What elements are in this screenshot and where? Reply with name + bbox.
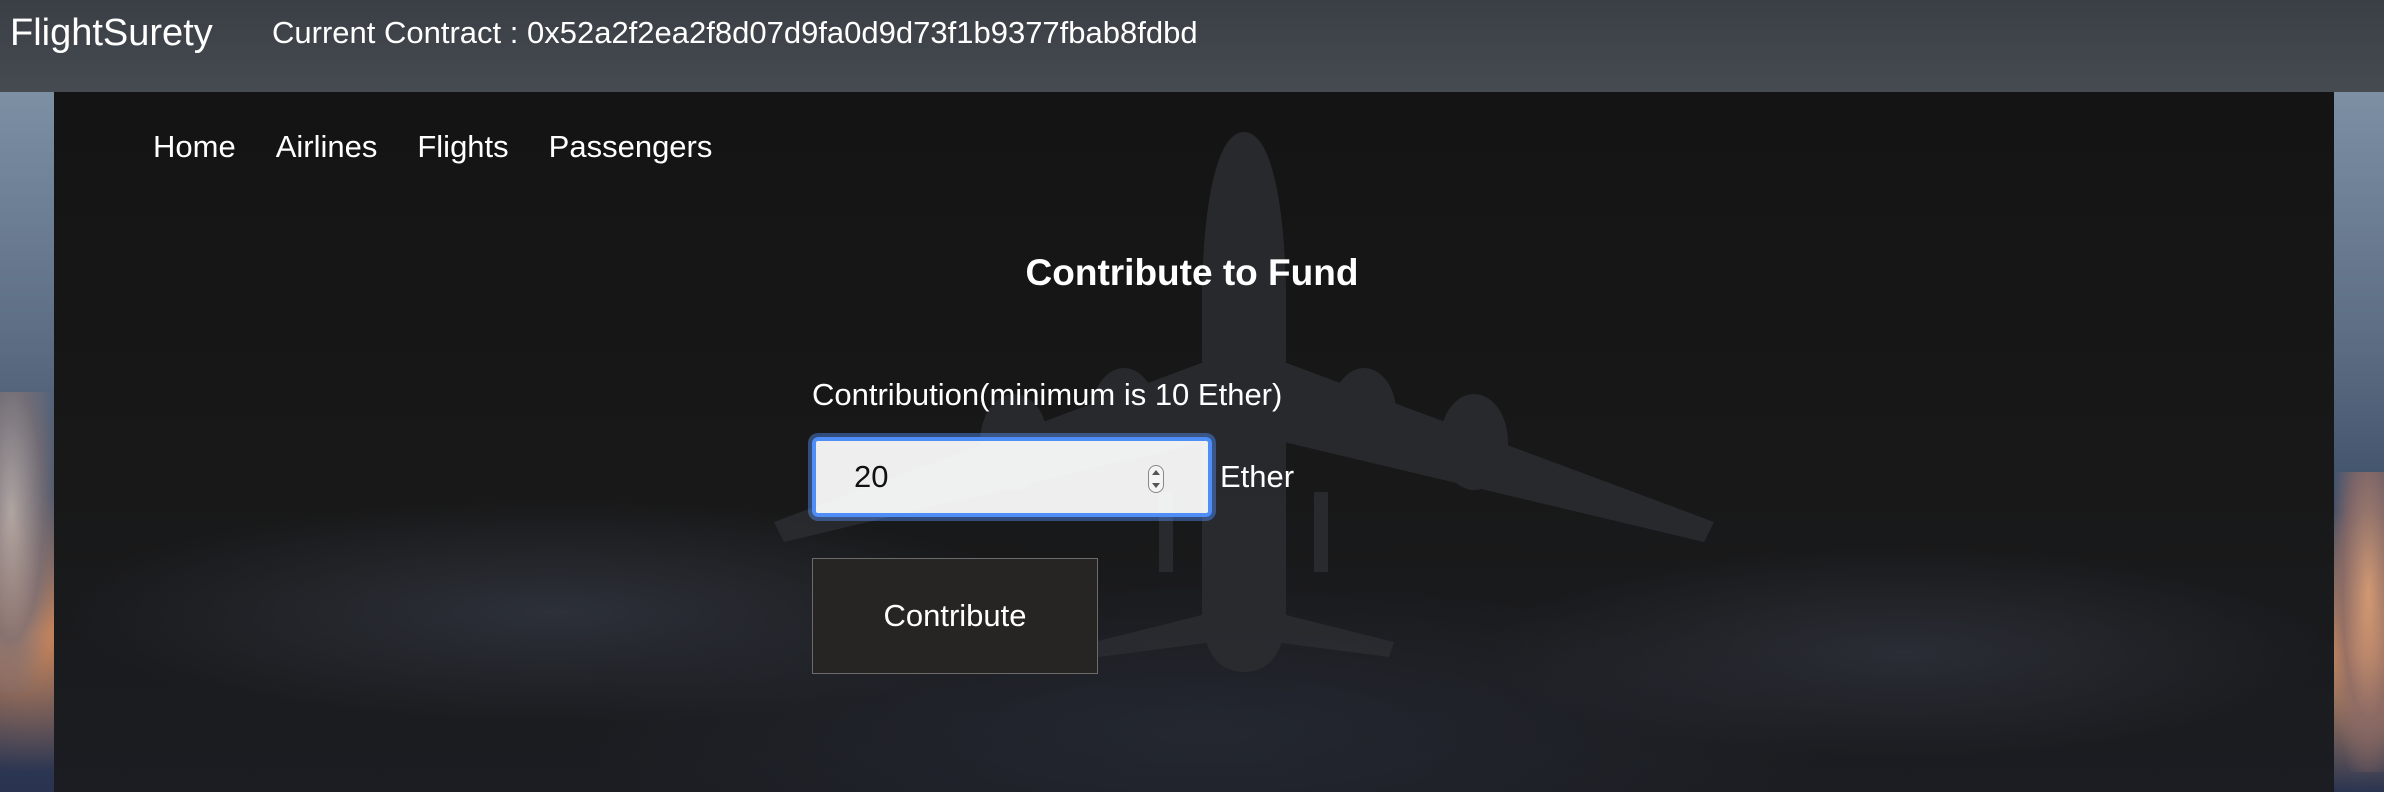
page-title: Contribute to Fund: [1025, 252, 1359, 293]
main-nav: Home Airlines Flights Passengers: [153, 124, 712, 170]
contribution-label: Contribution(minimum is 10 Ether): [812, 377, 1283, 412]
nav-passengers[interactable]: Passengers: [549, 124, 713, 170]
cloud-left: [0, 392, 56, 692]
contribution-input-wrapper: [812, 437, 1212, 517]
nav-home[interactable]: Home: [153, 124, 236, 170]
top-navbar: FlightSurety Current Contract : 0x52a2f2…: [0, 0, 2384, 92]
nav-airlines[interactable]: Airlines: [276, 124, 378, 170]
cloud-right: [2332, 472, 2384, 772]
contribute-button[interactable]: Contribute: [812, 558, 1098, 674]
number-stepper-icon[interactable]: [1148, 465, 1164, 493]
ether-unit-label: Ether: [1220, 459, 1295, 494]
current-contract-text: Current Contract : 0x52a2f2ea2f8d07d9fa0…: [272, 15, 1198, 50]
brand-logo-text[interactable]: FlightSurety: [10, 10, 213, 56]
nav-flights[interactable]: Flights: [417, 124, 508, 170]
